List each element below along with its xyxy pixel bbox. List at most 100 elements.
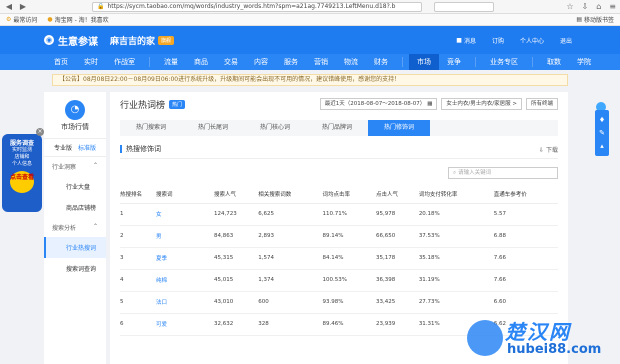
float-ad[interactable]: 服务调查 实时监测 店铺和 个人信息 点击查看 (2, 134, 42, 212)
table-row[interactable]: 5 法口 43,010 600 93.98% 33,425 27.73% 6.60 (120, 291, 558, 314)
col-ref-price[interactable]: 直通车参考价 (493, 185, 558, 204)
table-cell: 27.73% (418, 291, 494, 314)
table-cell: 124,723 (214, 203, 259, 226)
tab-pro[interactable]: 专业版 (54, 143, 72, 152)
tab-brand[interactable]: 热门品牌词 (306, 120, 368, 136)
table-row[interactable]: 3 夏季 45,315 1,574 84.14% 35,178 35.18% 7.66 (120, 247, 558, 270)
side-toolbar[interactable]: ♦ ✎ ▴ (595, 110, 609, 156)
bookmark-mobile[interactable]: ▤ 移动版书签 (576, 15, 614, 24)
download-icon: ⇩ (539, 146, 546, 154)
taobao-icon: ● (47, 16, 53, 23)
tab-core[interactable]: 热门核心词 (244, 120, 306, 136)
nav-marketing[interactable]: 营销 (306, 54, 336, 70)
table-row[interactable]: 1 女 124,723 6,625 110.71% 95,978 20.18% 5.57 (120, 203, 558, 226)
market-icon: ◔ (65, 100, 85, 120)
watermark-logo-icon (467, 320, 503, 356)
ad-line: 实时监测 (11, 147, 32, 153)
tab-hot-search[interactable]: 热门搜索词 (120, 120, 182, 136)
terminal-select[interactable]: 所有终端 (525, 98, 558, 110)
note-icon[interactable]: ✎ (595, 127, 609, 140)
sidebar-group-industry[interactable]: 行业洞察 ⌃ (44, 157, 106, 176)
watermark-url: hubei88.com (507, 342, 602, 357)
table-cell: 1 (120, 203, 156, 226)
nav-trade[interactable]: 交易 (216, 54, 246, 70)
calendar-icon: ▦ (427, 101, 433, 107)
table-row[interactable]: 2 男 84,863 2,893 89.14% 66,650 37.53% 6.88 (120, 225, 558, 248)
keyword-search-input[interactable]: ⌕ 请输入关键词 (448, 167, 558, 179)
logout-link[interactable]: 退出 (560, 36, 572, 45)
table-cell: 95,978 (375, 203, 419, 226)
col-keyword: 搜索词 (156, 185, 214, 204)
nav-finance[interactable]: 财务 (366, 54, 396, 70)
table-cell: 2,893 (258, 225, 323, 248)
ad-title: 服务调查 (9, 140, 34, 147)
sidebar-group-search[interactable]: 搜索分析 ⌃ (44, 218, 106, 237)
keyword-link[interactable]: 可爱 (156, 313, 214, 336)
bell-icon[interactable]: ♦ (595, 114, 609, 127)
nav-market[interactable]: 市场 (409, 54, 439, 70)
nav-logistics[interactable]: 物流 (336, 54, 366, 70)
date-range-picker[interactable]: 最近1天（2018-08-07～2018-08-07） ▦ (319, 98, 438, 110)
ad-line: 个人信息 (11, 161, 32, 167)
keyword-link[interactable]: 男 (156, 225, 214, 248)
nav-home[interactable]: 首页 (46, 54, 76, 70)
menu-icon[interactable]: ≡ (609, 2, 616, 11)
col-click-popularity[interactable]: 点击人气 (375, 185, 419, 204)
sidebar-item-industry-overview[interactable]: 行业大盘 (44, 176, 106, 197)
table-header-row: 热搜排名 搜索词 搜索人气 相关搜索词数 词均点击率 点击人气 词均支付转化率 … (120, 185, 558, 204)
star-icon[interactable]: ☆ (566, 2, 573, 11)
keyword-link[interactable]: 纯棉 (156, 269, 214, 292)
col-ctr[interactable]: 词均点击率 (322, 185, 376, 204)
address-bar[interactable]: 🔒 https://sycm.taobao.com/mq/words/indus… (92, 1, 422, 12)
keyword-link[interactable]: 法口 (156, 291, 214, 314)
back-icon[interactable]: ◀ (4, 2, 14, 12)
sidebar: ◔ 市场行情 专业版 标准版 行业洞察 ⌃ 行业大盘 商品店铺榜 搜索分析 ⌃ 行业… (44, 92, 106, 364)
nav-content[interactable]: 内容 (246, 54, 276, 70)
download-icon[interactable]: ⇩ (582, 2, 589, 11)
subscribe-link[interactable]: 订购 (492, 36, 504, 45)
sidebar-item-word-query[interactable]: 搜索词查询 (44, 258, 106, 279)
table-cell: 3 (120, 247, 156, 270)
tab-modifier[interactable]: 热门修饰词 (368, 120, 430, 136)
table-row[interactable]: 4 纯棉 45,015 1,374 100.53% 36,398 31.19% 7.66 (120, 269, 558, 292)
message-link[interactable]: ■ 消息 (456, 36, 476, 45)
main-nav: 首页 实时 作战室 流量 商品 交易 内容 服务 营销 物流 财务 市场 竞争 … (0, 54, 620, 70)
browser-search-input[interactable] (434, 1, 494, 12)
category-select[interactable]: 女士内衣/男士内衣/家居服 > (441, 98, 522, 110)
nav-academy[interactable]: 学院 (569, 54, 599, 70)
bookmark-taobao[interactable]: ● 淘宝网 - 淘！我喜欢 (47, 15, 108, 24)
close-icon[interactable]: × (36, 128, 44, 136)
nav-competition[interactable]: 竞争 (439, 54, 469, 70)
keyword-link[interactable]: 夏季 (156, 247, 214, 270)
sidebar-title: 市场行情 (61, 123, 89, 131)
nav-realtime[interactable]: 实时 (76, 54, 106, 70)
table-cell: 33,425 (375, 291, 419, 314)
sidebar-item-product-rank[interactable]: 商品店铺榜 (44, 197, 106, 218)
nav-warroom[interactable]: 作战室 (106, 54, 143, 70)
nav-traffic[interactable]: 流量 (156, 54, 186, 70)
nav-data[interactable]: 取数 (539, 54, 569, 70)
col-search-popularity[interactable]: 搜索人气 (214, 185, 259, 204)
nav-product[interactable]: 商品 (186, 54, 216, 70)
nav-service[interactable]: 服务 (276, 54, 306, 70)
tab-long-tail[interactable]: 热门长尾词 (182, 120, 244, 136)
notice-banner: 【公告】08月08日22:00－08月09日06:00进行系统升级，升级期间可能… (52, 74, 568, 86)
keyword-link[interactable]: 女 (156, 203, 214, 226)
tab-standard[interactable]: 标准版 (78, 143, 96, 152)
bookmark-most-visited[interactable]: ⚙ 最常访问 (6, 15, 37, 24)
top-icon[interactable]: ▴ (595, 140, 609, 153)
col-related-count[interactable]: 相关搜索词数 (258, 185, 323, 204)
logo[interactable]: ◉ 生意参谋 (44, 33, 98, 48)
ad-view-button[interactable]: 点击查看 (10, 171, 34, 193)
sidebar-item-hot-words[interactable]: 行业热搜词 (44, 237, 106, 258)
table-cell: 6.88 (493, 225, 558, 248)
profile-link[interactable]: 个人中心 (520, 36, 544, 45)
col-rank[interactable]: 热搜排名 (120, 185, 156, 204)
logo-icon: ◉ (44, 35, 54, 45)
nav-business[interactable]: 业务专区 (482, 54, 526, 70)
home-icon[interactable]: ⌂ (596, 2, 601, 11)
download-button[interactable]: ⇩ 下载 (539, 145, 558, 154)
col-conversion[interactable]: 词均支付转化率 (418, 185, 494, 204)
table-cell: 6,625 (258, 203, 323, 226)
forward-icon[interactable]: ▶ (18, 2, 28, 12)
